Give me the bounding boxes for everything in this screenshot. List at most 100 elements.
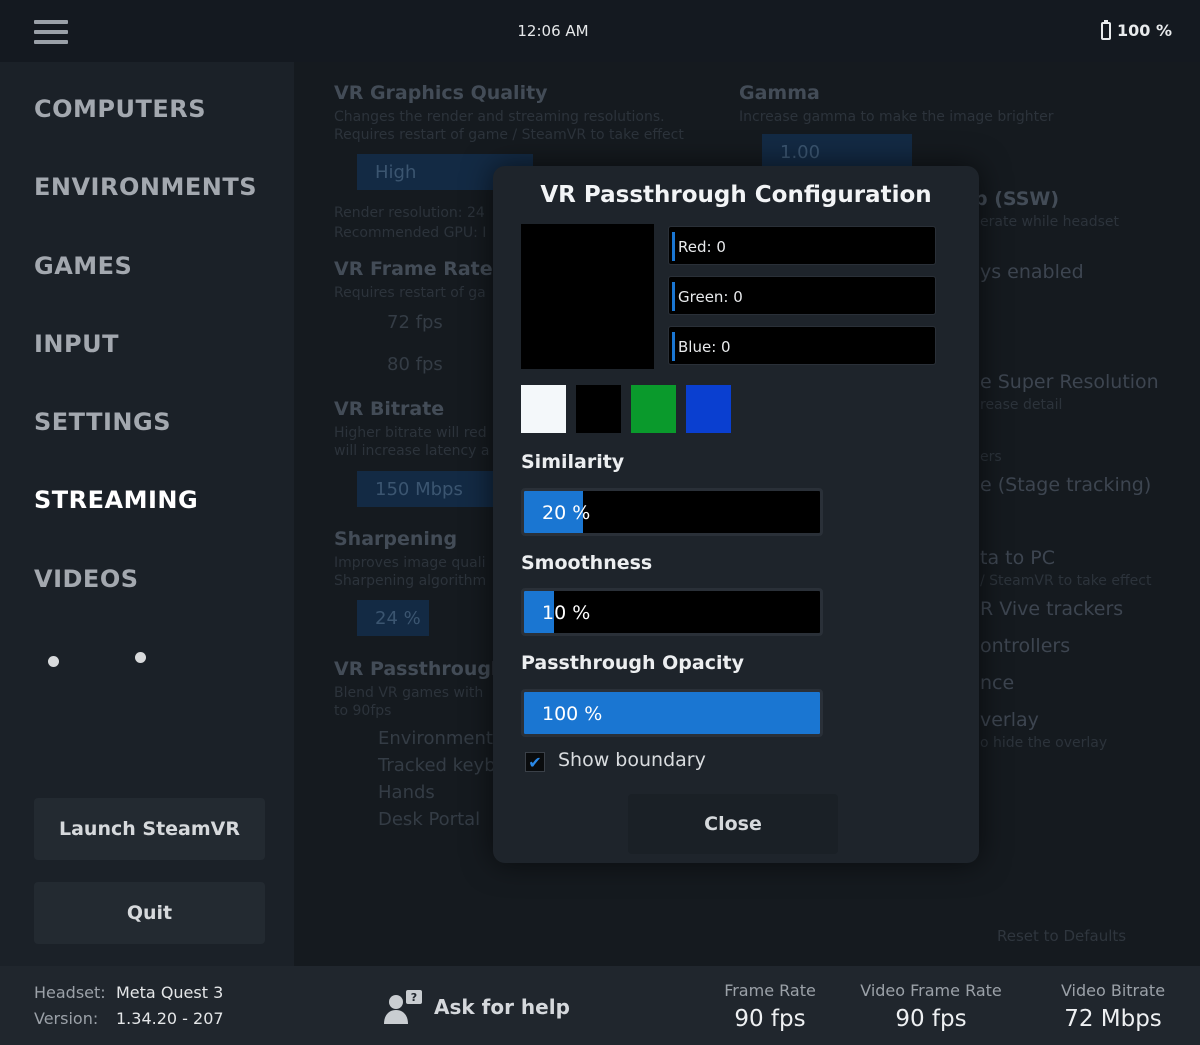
bitrate-desc: Higher bitrate will red [334, 425, 487, 441]
ssw-option[interactable]: ys enabled [980, 261, 1084, 283]
swatch-blue[interactable] [686, 385, 731, 433]
passthrough-desc: Blend VR games with [334, 685, 484, 701]
show-boundary-label: Show boundary [558, 749, 706, 771]
page-dots [48, 652, 148, 668]
super-resolution-desc: rease detail [980, 397, 1063, 413]
overlay-title: verlay [980, 709, 1039, 731]
video-bitrate-label: Video Bitrate [1060, 981, 1166, 1000]
check-icon: ✔ [528, 752, 542, 772]
sidebar-item-videos[interactable]: VIDEOS [34, 565, 139, 593]
color-preview [521, 224, 654, 369]
red-input[interactable]: Red: 0 [668, 226, 936, 265]
sidebar-item-input[interactable]: INPUT [34, 330, 119, 358]
smoothness-label: Smoothness [521, 552, 653, 574]
swatch-white[interactable] [521, 385, 566, 433]
dialog-title: VR Passthrough Configuration [540, 182, 932, 208]
frame-rate-label: Frame Rate [724, 981, 816, 1000]
clock: 12:06 AM [517, 22, 589, 40]
opacity-value: 100 % [542, 703, 603, 725]
option-item[interactable]: nce [980, 672, 1014, 694]
sidebar-item-games[interactable]: GAMES [34, 252, 132, 280]
data-to-pc-title: ta to PC [980, 547, 1055, 569]
headset-label: Headset: [34, 983, 106, 1002]
swatch-green[interactable] [631, 385, 676, 433]
sidebar-item-streaming[interactable]: STREAMING [34, 486, 198, 514]
page-dot[interactable] [135, 652, 146, 663]
red-value: Red: 0 [678, 238, 726, 256]
frame-rate-option[interactable]: 72 fps [387, 312, 443, 333]
sidebar-item-computers[interactable]: COMPUTERS [34, 95, 206, 123]
headset-value: Meta Quest 3 [116, 983, 224, 1002]
frame-rate-value: 90 fps [734, 1006, 806, 1032]
ask-for-help-label: Ask for help [434, 995, 570, 1019]
sidebar: COMPUTERS ENVIRONMENTS GAMES INPUT SETTI… [0, 62, 294, 966]
video-bitrate-value: 72 Mbps [1064, 1006, 1162, 1032]
status-bar: Headset: Meta Quest 3 Version: 1.34.20 -… [0, 966, 1200, 1045]
data-to-pc-desc: / SteamVR to take effect [980, 573, 1152, 589]
blue-value: Blue: 0 [678, 338, 731, 356]
show-boundary-checkbox[interactable]: ✔ [525, 752, 545, 772]
sidebar-item-settings[interactable]: SETTINGS [34, 408, 171, 436]
similarity-label: Similarity [521, 451, 625, 473]
opacity-slider[interactable]: 100 % [521, 689, 823, 737]
launch-steamvr-button[interactable]: Launch SteamVR [34, 798, 265, 860]
passthrough-option[interactable]: Tracked keyb [378, 755, 496, 776]
passthrough-option[interactable]: Desk Portal [378, 809, 480, 830]
ssw-title: p (SSW) [974, 188, 1060, 210]
help-person-icon: ? [384, 990, 422, 1024]
graphics-quality-desc: Requires restart of game / SteamVR to ta… [334, 127, 684, 143]
frame-rate-desc: Requires restart of ga [334, 285, 486, 301]
passthrough-option[interactable]: Hands [378, 782, 435, 803]
stage-tracking-option[interactable]: e (Stage tracking) [980, 474, 1151, 496]
vive-trackers-option[interactable]: R Vive trackers [980, 598, 1123, 620]
green-value: Green: 0 [678, 288, 743, 306]
top-bar: 12:06 AM 100 % [0, 0, 1200, 62]
frame-rate-option[interactable]: 80 fps [387, 354, 443, 375]
swatch-black[interactable] [576, 385, 621, 433]
page-dot[interactable] [48, 656, 59, 667]
blue-input[interactable]: Blue: 0 [668, 326, 936, 365]
green-input[interactable]: Green: 0 [668, 276, 936, 315]
gamma-desc: Increase gamma to make the image brighte… [739, 109, 1054, 125]
frame-rate-stat: Frame Rate 90 fps [715, 981, 825, 1032]
opacity-label: Passthrough Opacity [521, 652, 744, 674]
similarity-slider[interactable]: 20 % [521, 488, 823, 536]
controllers-option[interactable]: ontrollers [980, 635, 1070, 657]
battery-status: 100 % [1101, 19, 1172, 40]
passthrough-desc: to 90fps [334, 703, 392, 719]
sharpening-title: Sharpening [334, 528, 458, 550]
video-frame-rate-stat: Video Frame Rate 90 fps [856, 981, 1006, 1032]
video-frame-rate-value: 90 fps [895, 1006, 967, 1032]
sharpening-desc: Improves image quali [334, 555, 486, 571]
trackers-desc: ers [980, 449, 1002, 465]
battery-percent: 100 % [1117, 21, 1172, 40]
smoothness-value: 10 % [542, 602, 591, 624]
ask-for-help-button[interactable]: ? Ask for help [382, 990, 570, 1024]
bitrate-title: VR Bitrate [334, 398, 445, 420]
passthrough-config-dialog: VR Passthrough Configuration Red: 0 Gree… [493, 166, 979, 863]
smoothness-slider[interactable]: 10 % [521, 588, 823, 636]
video-frame-rate-label: Video Frame Rate [860, 981, 1002, 1000]
sidebar-item-environments[interactable]: ENVIRONMENTS [34, 173, 257, 201]
overlay-desc: o hide the overlay [980, 735, 1108, 751]
frame-rate-title: VR Frame Rate [334, 258, 493, 280]
super-resolution-title: e Super Resolution [980, 371, 1159, 393]
render-resolution: Render resolution: 24 [334, 205, 485, 221]
reset-defaults-link[interactable]: Reset to Defaults [997, 927, 1126, 946]
similarity-value: 20 % [542, 502, 591, 524]
sharpening-desc: Sharpening algorithm [334, 573, 487, 589]
quit-button[interactable]: Quit [34, 882, 265, 944]
recommended-gpu: Recommended GPU: I [334, 225, 487, 241]
passthrough-option[interactable]: Environment [378, 728, 493, 749]
bitrate-value[interactable]: 150 Mbps [357, 471, 497, 507]
passthrough-title: VR Passthrough [334, 658, 505, 680]
gamma-value[interactable]: 1.00 [762, 134, 912, 170]
graphics-quality-desc: Changes the render and streaming resolut… [334, 109, 665, 125]
graphics-quality-title: VR Graphics Quality [334, 82, 548, 104]
battery-icon [1101, 19, 1111, 40]
sharpening-value[interactable]: 24 % [357, 600, 429, 636]
svg-text:?: ? [411, 991, 417, 1004]
video-bitrate-stat: Video Bitrate 72 Mbps [1046, 981, 1180, 1032]
close-button[interactable]: Close [628, 794, 838, 854]
version-value: 1.34.20 - 207 [116, 1009, 224, 1028]
